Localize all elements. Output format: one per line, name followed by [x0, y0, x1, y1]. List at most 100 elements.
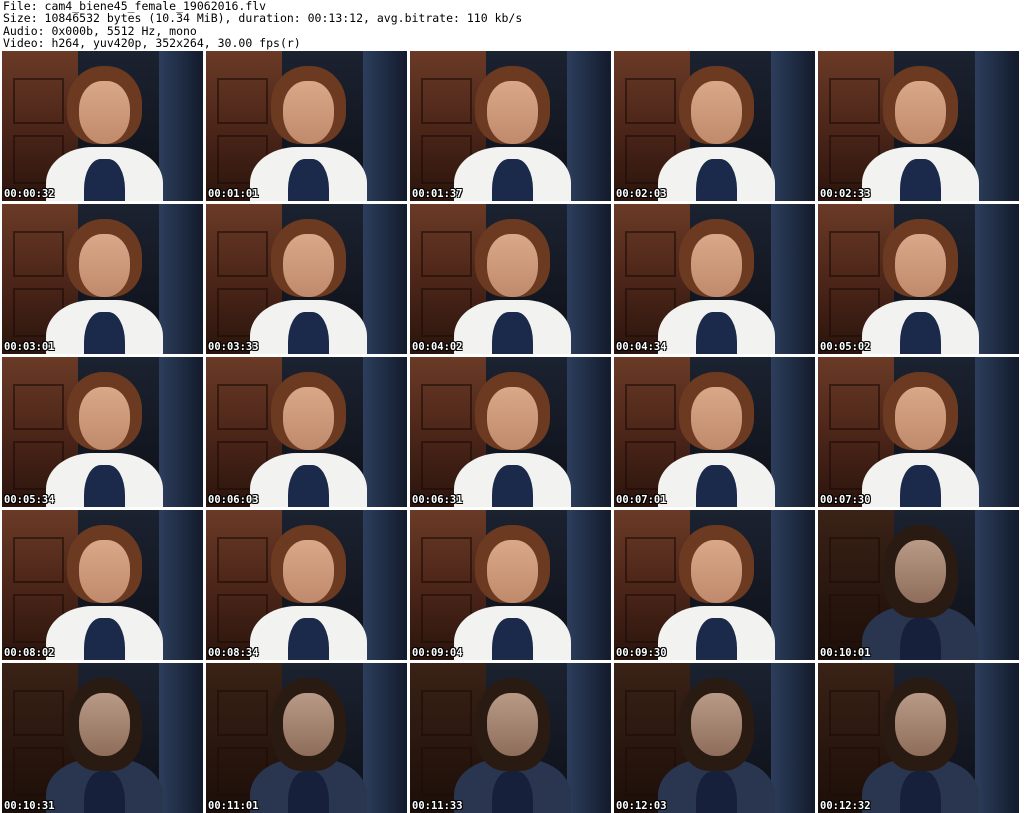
video-thumbnail: 00:05:02	[818, 204, 1019, 354]
background-blind	[770, 663, 815, 813]
background-blind	[974, 663, 1019, 813]
background-blind	[158, 204, 203, 354]
person-figure	[250, 66, 367, 201]
person-figure	[658, 219, 775, 354]
person-figure	[862, 219, 979, 354]
video-thumbnail: 00:00:32	[2, 51, 203, 201]
person-figure	[250, 678, 367, 813]
timestamp-label: 00:05:34	[4, 494, 55, 506]
background-blind	[362, 357, 407, 507]
video-thumbnail: 00:02:33	[818, 51, 1019, 201]
thumbnail-grid: 00:00:32 00:01:01 00:01:37 00:02:03 00:02:33…	[2, 51, 1019, 813]
timestamp-label: 00:06:03	[208, 494, 259, 506]
timestamp-label: 00:08:02	[4, 647, 55, 659]
video-thumbnail: 00:04:02	[410, 204, 611, 354]
person-figure	[250, 219, 367, 354]
person-figure	[862, 678, 979, 813]
timestamp-label: 00:01:37	[412, 188, 463, 200]
video-thumbnail: 00:02:03	[614, 51, 815, 201]
background-blind	[158, 663, 203, 813]
person-figure	[454, 372, 571, 507]
person-figure	[862, 66, 979, 201]
timestamp-label: 00:09:04	[412, 647, 463, 659]
background-blind	[566, 357, 611, 507]
timestamp-label: 00:00:32	[4, 188, 55, 200]
video-thumbnail: 00:11:33	[410, 663, 611, 813]
file-info-header: File: cam4_biene45_female_19062016.flv S…	[3, 0, 1021, 50]
timestamp-label: 00:08:34	[208, 647, 259, 659]
background-blind	[566, 663, 611, 813]
person-figure	[454, 525, 571, 660]
video-thumbnail: 00:09:04	[410, 510, 611, 660]
person-figure	[454, 219, 571, 354]
video-thumbnail: 00:06:31	[410, 357, 611, 507]
person-figure	[46, 372, 163, 507]
video-thumbnail: 00:12:32	[818, 663, 1019, 813]
video-thumbnail: 00:07:30	[818, 357, 1019, 507]
person-figure	[862, 525, 979, 660]
timestamp-label: 00:03:33	[208, 341, 259, 353]
timestamp-label: 00:10:31	[4, 800, 55, 812]
person-figure	[658, 372, 775, 507]
video-thumbnail: 00:03:01	[2, 204, 203, 354]
video-thumbnail: 00:05:34	[2, 357, 203, 507]
person-figure	[658, 678, 775, 813]
background-blind	[566, 510, 611, 660]
background-blind	[566, 51, 611, 201]
video-thumbnail: 00:04:34	[614, 204, 815, 354]
timestamp-label: 00:07:30	[820, 494, 871, 506]
video-thumbnail: 00:08:02	[2, 510, 203, 660]
background-blind	[158, 51, 203, 201]
person-figure	[250, 525, 367, 660]
video-info-line: Video: h264, yuv420p, 352x264, 30.00 fps…	[3, 36, 301, 51]
person-figure	[454, 66, 571, 201]
person-figure	[46, 525, 163, 660]
person-figure	[862, 372, 979, 507]
video-thumbnail: 00:09:30	[614, 510, 815, 660]
person-figure	[46, 219, 163, 354]
file-size-line: Size: 10846532 bytes (10.34 MiB), durati…	[3, 11, 523, 26]
timestamp-label: 00:04:02	[412, 341, 463, 353]
video-thumbnail: 00:03:33	[206, 204, 407, 354]
timestamp-label: 00:05:02	[820, 341, 871, 353]
timestamp-label: 00:12:03	[616, 800, 667, 812]
background-blind	[362, 663, 407, 813]
video-thumbnail: 00:12:03	[614, 663, 815, 813]
video-thumbnail: 00:10:01	[818, 510, 1019, 660]
video-thumbnail: 00:10:31	[2, 663, 203, 813]
video-thumbnail: 00:08:34	[206, 510, 407, 660]
video-thumbnail: 00:01:01	[206, 51, 407, 201]
timestamp-label: 00:07:01	[616, 494, 667, 506]
background-blind	[770, 204, 815, 354]
background-blind	[158, 510, 203, 660]
video-thumbnail: 00:11:01	[206, 663, 407, 813]
timestamp-label: 00:11:01	[208, 800, 259, 812]
video-thumbnail: 00:07:01	[614, 357, 815, 507]
timestamp-label: 00:01:01	[208, 188, 259, 200]
background-blind	[566, 204, 611, 354]
background-blind	[974, 204, 1019, 354]
background-blind	[770, 510, 815, 660]
person-figure	[250, 372, 367, 507]
timestamp-label: 00:04:34	[616, 341, 667, 353]
timestamp-label: 00:11:33	[412, 800, 463, 812]
person-figure	[658, 525, 775, 660]
background-blind	[974, 510, 1019, 660]
timestamp-label: 00:12:32	[820, 800, 871, 812]
video-thumbnail: 00:01:37	[410, 51, 611, 201]
video-thumbnail: 00:06:03	[206, 357, 407, 507]
timestamp-label: 00:09:30	[616, 647, 667, 659]
background-blind	[362, 510, 407, 660]
background-blind	[362, 51, 407, 201]
background-blind	[158, 357, 203, 507]
timestamp-label: 00:02:03	[616, 188, 667, 200]
background-blind	[974, 51, 1019, 201]
person-figure	[46, 66, 163, 201]
timestamp-label: 00:02:33	[820, 188, 871, 200]
timestamp-label: 00:10:01	[820, 647, 871, 659]
person-figure	[658, 66, 775, 201]
background-blind	[362, 204, 407, 354]
background-blind	[770, 357, 815, 507]
person-figure	[46, 678, 163, 813]
timestamp-label: 00:06:31	[412, 494, 463, 506]
